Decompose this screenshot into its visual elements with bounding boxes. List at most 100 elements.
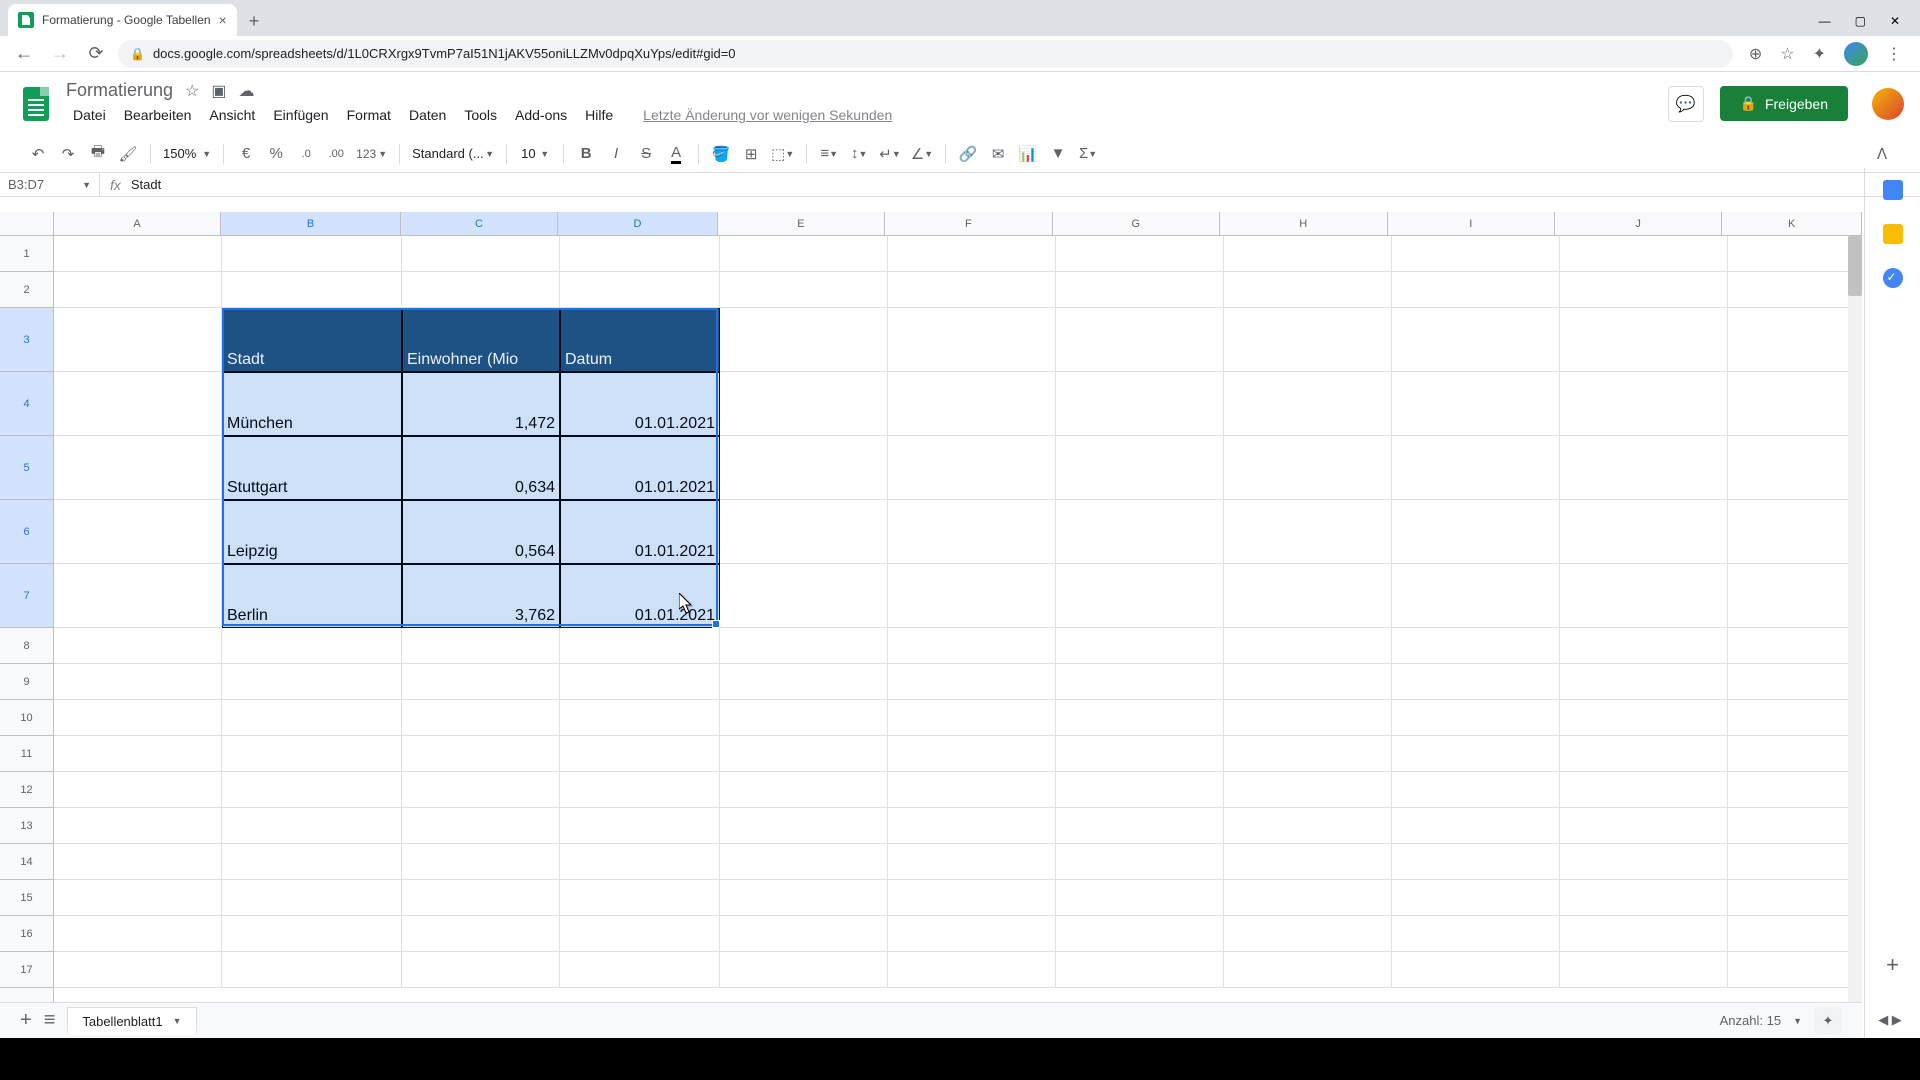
- cell-A11[interactable]: [54, 736, 222, 772]
- cell-C11[interactable]: [402, 736, 560, 772]
- extensions-icon[interactable]: ✦: [1813, 44, 1826, 64]
- cell-D4[interactable]: 01.01.2021: [560, 372, 720, 436]
- cell-D2[interactable]: [560, 272, 720, 308]
- cell-K16[interactable]: [1728, 916, 1862, 952]
- cell-K12[interactable]: [1728, 772, 1862, 808]
- add-sheet-button[interactable]: +: [20, 1009, 32, 1032]
- cell-I9[interactable]: [1392, 664, 1560, 700]
- cell-G6[interactable]: [1056, 500, 1224, 564]
- cell-H9[interactable]: [1224, 664, 1392, 700]
- cell-I16[interactable]: [1392, 916, 1560, 952]
- cell-H12[interactable]: [1224, 772, 1392, 808]
- reload-button[interactable]: ⟳: [82, 40, 110, 68]
- bold-button[interactable]: B: [572, 140, 600, 168]
- cell-J2[interactable]: [1560, 272, 1728, 308]
- row-header-12[interactable]: 12: [0, 772, 53, 808]
- cell-J16[interactable]: [1560, 916, 1728, 952]
- cell-D14[interactable]: [560, 844, 720, 880]
- cell-D9[interactable]: [560, 664, 720, 700]
- cell-B17[interactable]: [222, 952, 402, 988]
- number-format-select[interactable]: 123▼: [352, 140, 391, 168]
- cell-E11[interactable]: [720, 736, 888, 772]
- row-header-9[interactable]: 9: [0, 664, 53, 700]
- account-avatar[interactable]: [1872, 88, 1904, 120]
- cell-I13[interactable]: [1392, 808, 1560, 844]
- cell-B3[interactable]: Stadt: [222, 308, 402, 372]
- cell-J9[interactable]: [1560, 664, 1728, 700]
- cell-C6[interactable]: 0,564: [402, 500, 560, 564]
- row-header-1[interactable]: 1: [0, 236, 53, 272]
- status-count[interactable]: Anzahl: 15: [1720, 1013, 1781, 1028]
- cell-G8[interactable]: [1056, 628, 1224, 664]
- explore-button[interactable]: ✦: [1814, 1007, 1842, 1035]
- cell-E1[interactable]: [720, 236, 888, 272]
- cloud-status-icon[interactable]: ☁: [239, 81, 255, 101]
- cell-J10[interactable]: [1560, 700, 1728, 736]
- col-header-A[interactable]: A: [54, 212, 221, 235]
- cell-K14[interactable]: [1728, 844, 1862, 880]
- cell-I2[interactable]: [1392, 272, 1560, 308]
- col-header-J[interactable]: J: [1555, 212, 1722, 235]
- cell-K2[interactable]: [1728, 272, 1862, 308]
- cell-A3[interactable]: [54, 308, 222, 372]
- cell-A17[interactable]: [54, 952, 222, 988]
- cell-B7[interactable]: Berlin: [222, 564, 402, 628]
- menu-tools[interactable]: Tools: [457, 103, 504, 127]
- cell-J5[interactable]: [1560, 436, 1728, 500]
- formula-value[interactable]: Stadt: [131, 177, 161, 192]
- cell-I10[interactable]: [1392, 700, 1560, 736]
- cell-B6[interactable]: Leipzig: [222, 500, 402, 564]
- calendar-icon[interactable]: [1883, 180, 1903, 200]
- sheets-logo[interactable]: [16, 84, 56, 124]
- cell-K13[interactable]: [1728, 808, 1862, 844]
- fill-color-button[interactable]: 🪣: [707, 140, 735, 168]
- cell-I15[interactable]: [1392, 880, 1560, 916]
- cell-E10[interactable]: [720, 700, 888, 736]
- cell-H8[interactable]: [1224, 628, 1392, 664]
- print-button[interactable]: 🖶: [84, 140, 112, 168]
- cell-H6[interactable]: [1224, 500, 1392, 564]
- profile-avatar[interactable]: [1844, 42, 1868, 66]
- row-header-4[interactable]: 4: [0, 372, 53, 436]
- cell-H11[interactable]: [1224, 736, 1392, 772]
- close-window-icon[interactable]: ✕: [1890, 14, 1900, 28]
- cell-E2[interactable]: [720, 272, 888, 308]
- back-button[interactable]: ←: [10, 40, 38, 68]
- share-button[interactable]: 🔒 Freigeben: [1720, 86, 1848, 121]
- cell-C13[interactable]: [402, 808, 560, 844]
- cell-C8[interactable]: [402, 628, 560, 664]
- select-all-corner[interactable]: [0, 212, 54, 235]
- cell-A7[interactable]: [54, 564, 222, 628]
- cell-D3[interactable]: Datum: [560, 308, 720, 372]
- cell-C7[interactable]: 3,762: [402, 564, 560, 628]
- cell-F16[interactable]: [888, 916, 1056, 952]
- cell-F17[interactable]: [888, 952, 1056, 988]
- cell-A14[interactable]: [54, 844, 222, 880]
- row-header-17[interactable]: 17: [0, 952, 53, 988]
- cell-E17[interactable]: [720, 952, 888, 988]
- last-edit[interactable]: Letzte Änderung vor wenigen Sekunden: [636, 103, 899, 127]
- undo-button[interactable]: ↶: [24, 140, 52, 168]
- col-header-K[interactable]: K: [1722, 212, 1862, 235]
- menu-daten[interactable]: Daten: [402, 103, 453, 127]
- cell-E7[interactable]: [720, 564, 888, 628]
- cell-D6[interactable]: 01.01.2021: [560, 500, 720, 564]
- cell-B5[interactable]: Stuttgart: [222, 436, 402, 500]
- cell-F8[interactable]: [888, 628, 1056, 664]
- valign-button[interactable]: ↕▼: [845, 140, 873, 168]
- row-header-7[interactable]: 7: [0, 564, 53, 628]
- cell-F11[interactable]: [888, 736, 1056, 772]
- cell-F5[interactable]: [888, 436, 1056, 500]
- cell-G17[interactable]: [1056, 952, 1224, 988]
- cell-C15[interactable]: [402, 880, 560, 916]
- cell-B9[interactable]: [222, 664, 402, 700]
- row-header-16[interactable]: 16: [0, 916, 53, 952]
- col-header-E[interactable]: E: [718, 212, 885, 235]
- cell-E16[interactable]: [720, 916, 888, 952]
- star-doc-icon[interactable]: ☆: [185, 81, 199, 101]
- col-header-G[interactable]: G: [1053, 212, 1220, 235]
- cell-G5[interactable]: [1056, 436, 1224, 500]
- cell-J3[interactable]: [1560, 308, 1728, 372]
- cell-J4[interactable]: [1560, 372, 1728, 436]
- cell-A5[interactable]: [54, 436, 222, 500]
